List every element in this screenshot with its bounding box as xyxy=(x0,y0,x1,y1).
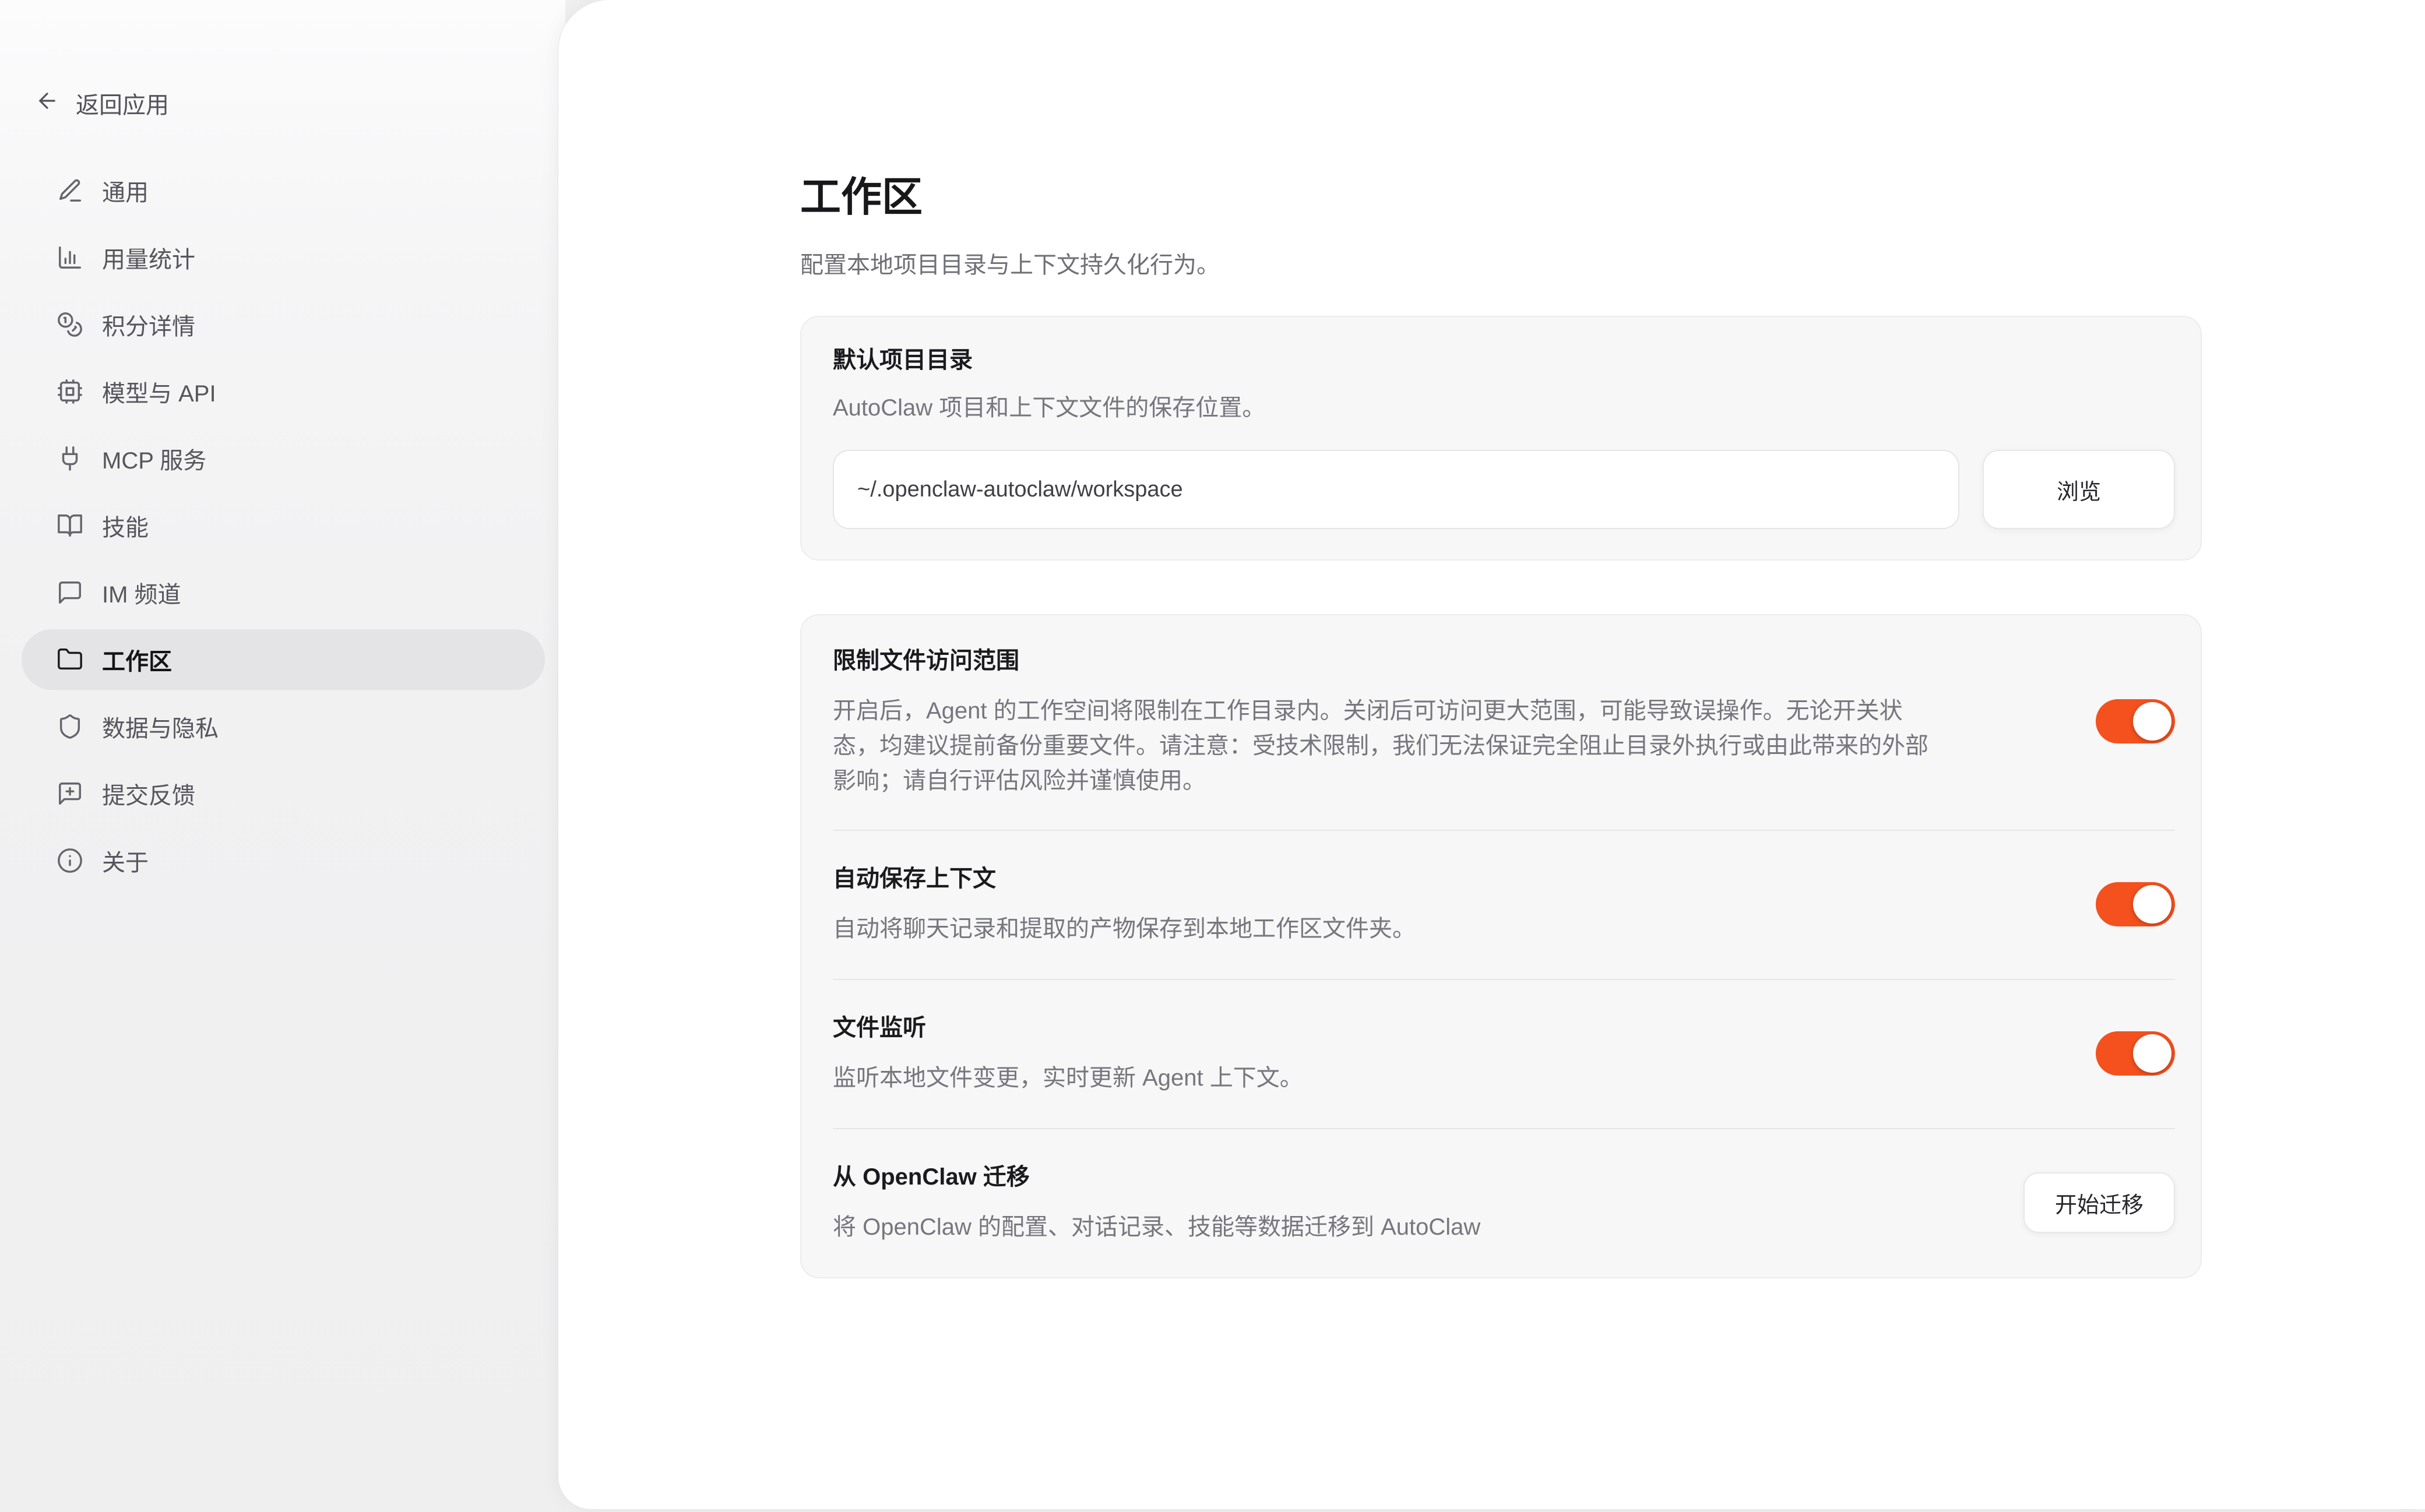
coins-icon xyxy=(57,311,83,338)
sidebar-item-mcp[interactable]: MCP 服务 xyxy=(22,428,545,489)
pencil-icon xyxy=(57,177,83,204)
setting-row-auto-save-context: 自动保存上下文 自动将聊天记录和提取的产物保存到本地工作区文件夹。 xyxy=(833,830,2175,979)
sidebar-item-label: 提交反馈 xyxy=(102,777,195,810)
setting-title: 文件监听 xyxy=(833,1011,1303,1044)
default-directory-card: 默认项目目录 AutoClaw 项目和上下文文件的保存位置。 浏览 xyxy=(800,316,2202,561)
folder-icon xyxy=(57,646,83,673)
sidebar-item-label: 通用 xyxy=(102,174,149,207)
sidebar-item-label: 技能 xyxy=(102,509,149,542)
sidebar-item-workspace[interactable]: 工作区 xyxy=(22,629,545,690)
message-square-icon xyxy=(57,579,83,606)
setting-description: 将 OpenClaw 的配置、对话记录、技能等数据迁移到 AutoClaw xyxy=(833,1210,1480,1245)
cpu-icon xyxy=(57,378,83,405)
file-watch-toggle[interactable] xyxy=(2096,1031,2175,1076)
sidebar-item-label: 积分详情 xyxy=(102,308,195,341)
sidebar-item-about[interactable]: 关于 xyxy=(22,830,545,891)
toggle-knob xyxy=(2133,702,2171,741)
setting-description: 自动将聊天记录和提取的产物保存到本地工作区文件夹。 xyxy=(833,911,1416,946)
sidebar-item-label: 关于 xyxy=(102,844,149,877)
setting-title: 自动保存上下文 xyxy=(833,862,1416,895)
sidebar-item-usage-stats[interactable]: 用量统计 xyxy=(22,227,545,288)
sidebar-item-models-api[interactable]: 模型与 API xyxy=(22,361,545,422)
sidebar-item-im-channels[interactable]: IM 频道 xyxy=(22,562,545,623)
book-open-icon xyxy=(57,512,83,539)
sidebar-item-label: 工作区 xyxy=(102,643,172,676)
sidebar-item-label: 模型与 API xyxy=(102,375,216,408)
sidebar-nav: 通用 用量统计 积分详情 模型与 API MCP 服务 xyxy=(22,160,545,891)
page-subtitle: 配置本地项目目录与上下文持久化行为。 xyxy=(800,248,2202,282)
workspace-path-input[interactable] xyxy=(833,450,1959,529)
sidebar-item-label: 用量统计 xyxy=(102,241,195,274)
sidebar-item-data-privacy[interactable]: 数据与隐私 xyxy=(22,696,545,757)
settings-content-panel: 工作区 配置本地项目目录与上下文持久化行为。 默认项目目录 AutoClaw 项… xyxy=(558,0,2425,1509)
sidebar-item-label: MCP 服务 xyxy=(102,442,206,475)
default-directory-title: 默认项目目录 xyxy=(833,344,2175,376)
sidebar-item-feedback[interactable]: 提交反馈 xyxy=(22,763,545,824)
workspace-settings-card: 限制文件访问范围 开启后，Agent 的工作空间将限制在工作目录内。关闭后可访问… xyxy=(800,614,2202,1278)
sidebar-item-label: 数据与隐私 xyxy=(102,710,219,743)
shield-icon xyxy=(57,713,83,740)
auto-save-context-toggle[interactable] xyxy=(2096,882,2175,926)
browse-button[interactable]: 浏览 xyxy=(1983,450,2175,529)
bar-chart-icon xyxy=(57,244,83,271)
back-to-app-label: 返回应用 xyxy=(76,89,169,122)
page-title: 工作区 xyxy=(800,172,2202,221)
setting-row-restrict-file-access: 限制文件访问范围 开启后，Agent 的工作空间将限制在工作目录内。关闭后可访问… xyxy=(833,615,2175,830)
settings-sidebar: 返回应用 通用 用量统计 积分详情 模型与 API xyxy=(0,0,565,1512)
sidebar-item-credits[interactable]: 积分详情 xyxy=(22,294,545,355)
sidebar-item-skills[interactable]: 技能 xyxy=(22,495,545,556)
toggle-knob xyxy=(2133,1034,2171,1073)
sidebar-item-general[interactable]: 通用 xyxy=(22,160,545,221)
setting-title: 从 OpenClaw 迁移 xyxy=(833,1161,1480,1193)
setting-description: 监听本地文件变更，实时更新 Agent 上下文。 xyxy=(833,1060,1303,1095)
toggle-knob xyxy=(2133,885,2171,924)
setting-row-migrate-openclaw: 从 OpenClaw 迁移 将 OpenClaw 的配置、对话记录、技能等数据迁… xyxy=(833,1128,2175,1277)
start-migration-button[interactable]: 开始迁移 xyxy=(2023,1172,2175,1233)
back-to-app-link[interactable]: 返回应用 xyxy=(35,89,169,122)
sidebar-item-label: IM 频道 xyxy=(102,576,181,609)
info-icon xyxy=(57,847,83,874)
plug-icon xyxy=(57,445,83,472)
setting-title: 限制文件访问范围 xyxy=(833,644,1946,677)
setting-row-file-watch: 文件监听 监听本地文件变更，实时更新 Agent 上下文。 xyxy=(833,979,2175,1128)
message-square-plus-icon xyxy=(57,780,83,807)
default-directory-description: AutoClaw 项目和上下文文件的保存位置。 xyxy=(833,392,2175,424)
restrict-file-access-toggle[interactable] xyxy=(2096,699,2175,743)
arrow-left-icon xyxy=(35,89,59,122)
setting-description: 开启后，Agent 的工作空间将限制在工作目录内。关闭后可访问更大范围，可能导致… xyxy=(833,693,1946,798)
